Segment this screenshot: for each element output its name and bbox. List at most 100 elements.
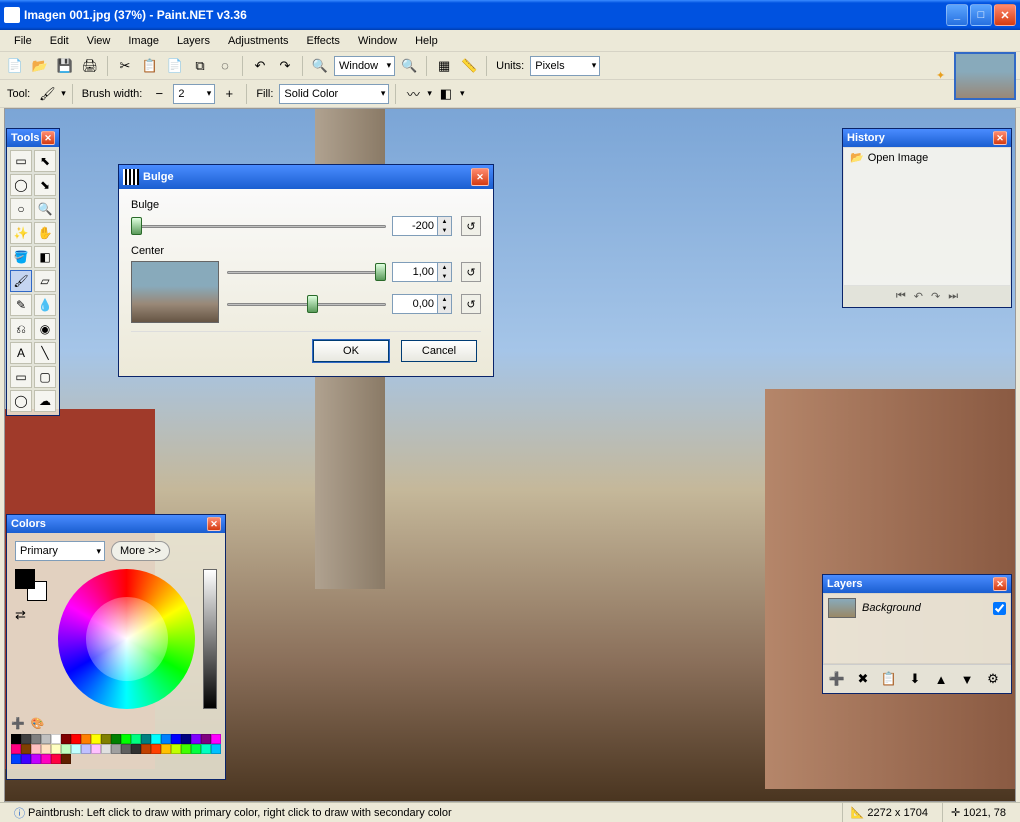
palette-cell[interactable] [121, 734, 131, 744]
palette-cell[interactable] [131, 744, 141, 754]
palette-cell[interactable] [11, 744, 21, 754]
palette-cell[interactable] [51, 744, 61, 754]
palette-cell[interactable] [41, 754, 51, 764]
minimize-button[interactable]: _ [946, 4, 968, 26]
layer-list[interactable]: Background [823, 593, 1011, 664]
center-x-input[interactable]: ▲▼ [392, 262, 452, 282]
cancel-button[interactable]: Cancel [401, 340, 477, 362]
line-tool[interactable]: ╲ [34, 342, 56, 364]
palette-cell[interactable] [71, 734, 81, 744]
tools-close-button[interactable]: ✕ [41, 131, 55, 145]
palette-cell[interactable] [61, 734, 71, 744]
text-tool[interactable]: A [10, 342, 32, 364]
current-tool-icon[interactable]: 🖌 [36, 83, 58, 105]
palette-cell[interactable] [211, 744, 221, 754]
palette-cell[interactable] [211, 734, 221, 744]
deselect-icon[interactable]: ◌ [214, 55, 236, 77]
menu-help[interactable]: Help [407, 33, 446, 49]
bucket-tool[interactable]: 🪣 [10, 246, 32, 268]
color-swatches[interactable] [15, 569, 47, 601]
layer-visible-checkbox[interactable] [993, 602, 1006, 615]
menu-layers[interactable]: Layers [169, 33, 218, 49]
palette-cell[interactable] [91, 734, 101, 744]
paintbrush-tool[interactable]: 🖌 [10, 270, 32, 292]
rectangle-shape-tool[interactable]: ▭ [10, 366, 32, 388]
recolor-tool[interactable]: ◉ [34, 318, 56, 340]
palette-cell[interactable] [161, 744, 171, 754]
palette-cell[interactable] [31, 744, 41, 754]
palette-cell[interactable] [31, 754, 41, 764]
new-icon[interactable]: 📄 [4, 55, 26, 77]
history-rewind-icon[interactable]: ⏮ [896, 290, 906, 303]
center-preview[interactable] [131, 261, 219, 323]
print-icon[interactable]: 🖨 [79, 55, 101, 77]
palette-cell[interactable] [41, 734, 51, 744]
history-item[interactable]: 📂Open Image [844, 148, 1010, 167]
freeform-shape-tool[interactable]: ☁ [34, 390, 56, 412]
eraser-tool[interactable]: ▱ [34, 270, 56, 292]
palette-cell[interactable] [91, 744, 101, 754]
colors-close-button[interactable]: ✕ [207, 517, 221, 531]
palette-cell[interactable] [181, 744, 191, 754]
ellipse-shape-tool[interactable]: ◯ [10, 390, 32, 412]
bulge-reset-button[interactable]: ↺ [461, 216, 481, 236]
palette-cell[interactable] [101, 734, 111, 744]
units-select[interactable]: Pixels [530, 56, 600, 76]
palette-cell[interactable] [111, 744, 121, 754]
palette-cell[interactable] [101, 744, 111, 754]
palette-cell[interactable] [171, 734, 181, 744]
zoom-mode-select[interactable]: Window [334, 56, 395, 76]
value-slider[interactable] [203, 569, 217, 709]
palette-cell[interactable] [11, 734, 21, 744]
palette-cell[interactable] [151, 734, 161, 744]
rounded-rect-tool[interactable]: ▢ [34, 366, 56, 388]
palette-cell[interactable] [81, 744, 91, 754]
rect-select-tool[interactable]: ▭ [10, 150, 32, 172]
color-mode-select[interactable]: Primary [15, 541, 105, 561]
palette-cell[interactable] [31, 734, 41, 744]
cut-icon[interactable]: ✂ [114, 55, 136, 77]
bulge-value-input[interactable]: ▲▼ [392, 216, 452, 236]
dialog-close-button[interactable]: ✕ [471, 168, 489, 186]
palette-cell[interactable] [51, 734, 61, 744]
blend-mode-icon[interactable]: ◧ [435, 83, 457, 105]
layer-item[interactable]: Background [824, 594, 1010, 622]
duplicate-layer-icon[interactable]: 📋 [878, 668, 900, 690]
palette-cell[interactable] [181, 734, 191, 744]
menu-view[interactable]: View [79, 33, 119, 49]
copy-icon[interactable]: 📋 [139, 55, 161, 77]
menu-file[interactable]: File [6, 33, 40, 49]
undo-icon[interactable]: ↶ [249, 55, 271, 77]
palette-cell[interactable] [191, 734, 201, 744]
history-list[interactable]: 📂Open Image [843, 147, 1011, 286]
menu-effects[interactable]: Effects [299, 33, 348, 49]
gradient-tool[interactable]: ◧ [34, 246, 56, 268]
zoom-in-icon[interactable]: 🔍 [398, 55, 420, 77]
pan-tool[interactable]: ✋ [34, 222, 56, 244]
palette-cell[interactable] [71, 744, 81, 754]
center-y-input[interactable]: ▲▼ [392, 294, 452, 314]
add-layer-icon[interactable]: ➕ [826, 668, 848, 690]
swap-colors-icon[interactable]: ⇄ [15, 607, 50, 623]
move-selected-tool[interactable]: ⬉ [34, 150, 56, 172]
pencil-tool[interactable]: ✎ [10, 294, 32, 316]
maximize-button[interactable]: □ [970, 4, 992, 26]
history-forward-icon[interactable]: ⏭ [948, 290, 958, 303]
palette-cell[interactable] [21, 744, 31, 754]
color-wheel[interactable] [58, 569, 195, 709]
palette-cell[interactable] [201, 744, 211, 754]
image-thumbnail[interactable] [954, 52, 1016, 100]
menu-adjustments[interactable]: Adjustments [220, 33, 297, 49]
palette-cell[interactable] [191, 744, 201, 754]
history-close-button[interactable]: ✕ [993, 131, 1007, 145]
layer-props-icon[interactable]: ⚙ [982, 668, 1004, 690]
menu-window[interactable]: Window [350, 33, 405, 49]
close-button[interactable]: ✕ [994, 4, 1016, 26]
move-up-icon[interactable]: ▲ [930, 668, 952, 690]
color-picker-tool[interactable]: 💧 [34, 294, 56, 316]
move-down-icon[interactable]: ▼ [956, 668, 978, 690]
brush-decrease-button[interactable]: − [148, 83, 170, 105]
wand-tool[interactable]: ✨ [10, 222, 32, 244]
palette-cell[interactable] [11, 754, 21, 764]
lasso-tool[interactable]: ◯ [10, 174, 32, 196]
